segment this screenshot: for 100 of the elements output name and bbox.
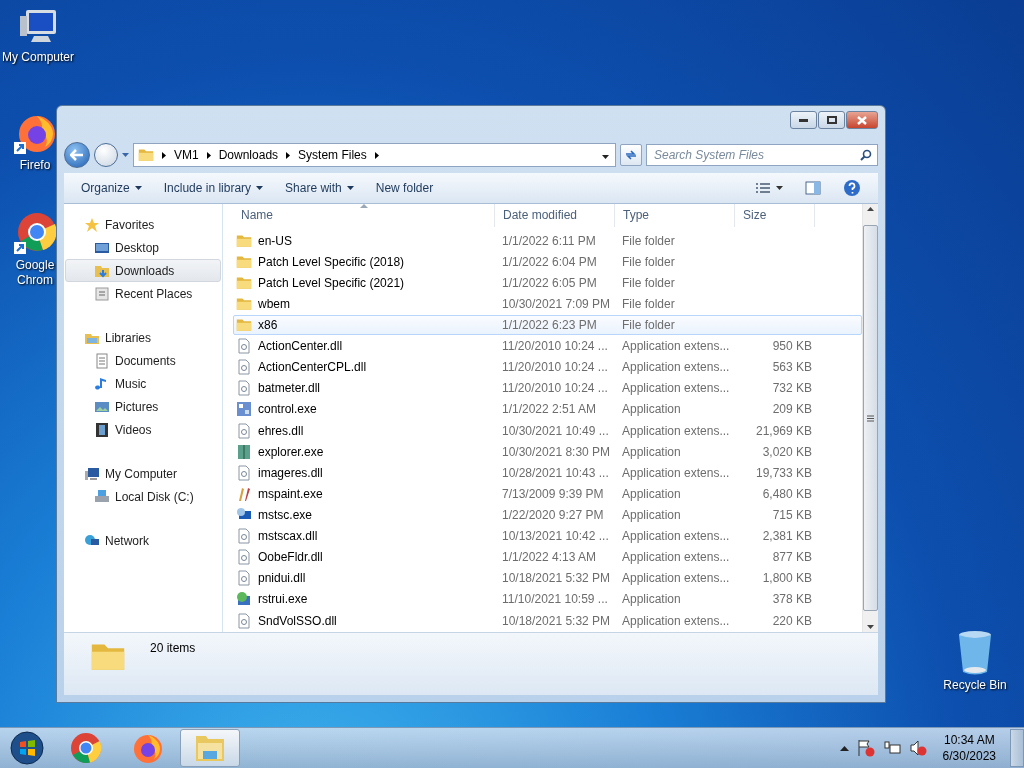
file-row[interactable]: mstsc.exe 1/22/2020 9:27 PM Application 715 KB	[233, 505, 862, 525]
file-row[interactable]: ActionCenter.dll 11/20/2010 10:24 ... Application extens... 950 KB	[233, 336, 862, 356]
refresh-button[interactable]	[620, 144, 642, 166]
breadcrumb-arrow-icon[interactable]	[286, 151, 291, 159]
minimize-button[interactable]	[790, 111, 817, 129]
size-cell-text: 3,020 KB	[761, 444, 813, 459]
date-cell-text: 10/28/2021 10:43 ...	[501, 465, 610, 480]
toolbar-button[interactable]: Organize	[72, 178, 151, 198]
forward-button[interactable]	[94, 143, 118, 167]
nav-item[interactable]: Recent Places	[65, 282, 221, 305]
file-row[interactable]: control.exe 1/1/2022 2:51 AM Application 209 KB	[233, 399, 862, 419]
file-row[interactable]: x86 1/1/2022 6:23 PM File folder	[233, 315, 862, 335]
file-name: ehres.dll	[258, 423, 304, 438]
file-row[interactable]: Patch Level Specific (2018) 1/1/2022 6:04 PM File folder	[233, 252, 862, 272]
back-button[interactable]	[64, 142, 90, 168]
file-row[interactable]: explorer.exe 10/30/2021 8:30 PM Application 3,020 KB	[233, 442, 862, 462]
nav-item[interactable]: Favorites	[65, 213, 221, 236]
file-row[interactable]: mspaint.exe 7/13/2009 9:39 PM Application 6,480 KB	[233, 484, 862, 504]
folder-icon	[236, 318, 252, 332]
date-cell-text: 1/22/2020 9:27 PM	[501, 507, 605, 522]
breadcrumb[interactable]: System Files	[298, 148, 367, 162]
breadcrumb[interactable]: Downloads	[218, 148, 279, 162]
file-row[interactable]: wbem 10/30/2021 7:09 PM File folder	[233, 294, 862, 314]
network-icon[interactable]	[882, 739, 901, 757]
flag-error-icon[interactable]	[856, 739, 875, 757]
type-cell-text: File folder	[621, 275, 676, 290]
nav-item[interactable]: Downloads	[65, 259, 221, 282]
type-cell-text: Application	[621, 592, 682, 607]
file-row[interactable]: ehres.dll 10/30/2021 10:49 ... Application extens... 21,969 KB	[233, 421, 862, 441]
file-row[interactable]: Patch Level Specific (2021) 1/1/2022 6:05 PM File folder	[233, 273, 862, 293]
date-cell-text: 10/30/2021 8:30 PM	[501, 444, 612, 459]
nav-item[interactable]: Documents	[65, 349, 221, 372]
breadcrumb[interactable]: VM1	[174, 148, 199, 162]
file-row[interactable]: batmeter.dll 11/20/2010 10:24 ... Application extens... 732 KB	[233, 378, 862, 398]
file-row[interactable]: ActionCenterCPL.dll 11/20/2010 10:24 ... Application extens... 563 KB	[233, 357, 862, 377]
nav-item[interactable]: Music	[65, 372, 221, 395]
nav-item[interactable]: Local Disk (C:)	[65, 485, 221, 508]
caret-icon	[134, 186, 142, 190]
scroll-up-icon[interactable]	[867, 207, 874, 211]
file-row[interactable]: pnidui.dll 10/18/2021 5:32 PM Application extens... 1,800 KB	[233, 568, 862, 588]
firefox-icon[interactable]	[132, 732, 164, 764]
nav-item[interactable]: Network	[65, 529, 221, 552]
date-cell-text: 1/1/2022 6:11 PM	[501, 233, 597, 248]
close-button[interactable]	[846, 111, 878, 129]
toolbar-button[interactable]: New folder	[366, 178, 443, 198]
type-cell-text: Application extens...	[621, 423, 731, 438]
brushes-icon	[236, 485, 252, 502]
column-header[interactable]: Size	[735, 204, 815, 227]
scroll-down-icon[interactable]	[867, 625, 874, 629]
type-cell-text: File folder	[621, 254, 676, 269]
size-cell-text: 950 KB	[771, 339, 813, 354]
file-row[interactable]: imageres.dll 10/28/2021 10:43 ... Application extens... 19,733 KB	[233, 463, 862, 483]
nav-item[interactable]: Desktop	[65, 236, 221, 259]
column-header[interactable]: Date modified	[495, 204, 615, 227]
folder-icon	[236, 233, 252, 248]
maximize-button[interactable]	[818, 111, 845, 129]
nav-item[interactable]: Videos	[65, 418, 221, 441]
speaker-muted-icon[interactable]	[908, 739, 927, 757]
size-cell-text: 1,800 KB	[761, 571, 813, 586]
document-icon	[236, 570, 252, 587]
date-cell-text: 10/30/2021 7:09 PM	[501, 296, 612, 311]
date-cell-text: 10/30/2021 10:49 ...	[501, 423, 610, 438]
file-row[interactable]: en-US 1/1/2022 6:11 PM File folder	[233, 231, 862, 251]
document-icon	[236, 422, 252, 439]
file-row[interactable]: OobeFldr.dll 1/1/2022 4:13 AM Application extens... 877 KB	[233, 547, 862, 567]
dropdown-caret-icon	[602, 155, 609, 159]
file-name: SndVolSSO.dll	[258, 613, 337, 628]
file-row[interactable]: rstrui.exe 11/10/2021 10:59 ... Application 378 KB	[233, 589, 862, 609]
date-cell-text: 11/20/2010 10:24 ...	[501, 360, 609, 375]
history-caret-icon	[122, 153, 129, 157]
nav-item[interactable]: Libraries	[65, 326, 221, 349]
chrome-icon	[13, 212, 57, 256]
file-name: batmeter.dll	[258, 381, 321, 396]
type-cell-text: Application	[621, 444, 682, 459]
address-bar[interactable]: VM1 Downloads System Files	[133, 143, 616, 167]
clock[interactable]: 10:34 AM 6/30/2023	[942, 732, 996, 764]
column-header[interactable]: Type	[615, 204, 735, 227]
search-field[interactable]: Search System Files	[646, 144, 878, 166]
breadcrumb-arrow-icon[interactable]	[206, 151, 211, 159]
date-cell-text: 10/13/2021 10:42 ...	[501, 529, 610, 544]
star-icon	[84, 216, 100, 233]
type-cell-text: Application extens...	[621, 529, 731, 544]
scroll-thumb[interactable]	[863, 225, 878, 611]
chrome-icon[interactable]	[70, 732, 102, 764]
file-name: mstsc.exe	[258, 507, 312, 522]
caret-icon	[256, 186, 264, 190]
nav-item[interactable]: Pictures	[65, 395, 221, 418]
recycle-bin-icon	[957, 630, 993, 676]
type-cell-text: Application extens...	[621, 613, 731, 628]
nav-item[interactable]: My Computer	[65, 462, 221, 485]
close-icon	[857, 115, 867, 125]
taskbar-button[interactable]	[180, 729, 240, 767]
toolbar-button[interactable]: Include in library	[154, 178, 273, 198]
file-row[interactable]: mstscax.dll 10/13/2021 10:42 ... Application extens... 2,381 KB	[233, 526, 862, 546]
breadcrumb-arrow-icon[interactable]	[162, 151, 166, 159]
breadcrumb-arrow-icon[interactable]	[374, 151, 379, 159]
toolbar-button[interactable]: Share with	[276, 178, 363, 198]
file-row[interactable]: SndVolSSO.dll 10/18/2021 5:32 PM Application extens... 220 KB	[233, 610, 862, 631]
column-header[interactable]: Name	[233, 204, 495, 227]
show-hidden-icons-icon[interactable]	[839, 745, 849, 751]
